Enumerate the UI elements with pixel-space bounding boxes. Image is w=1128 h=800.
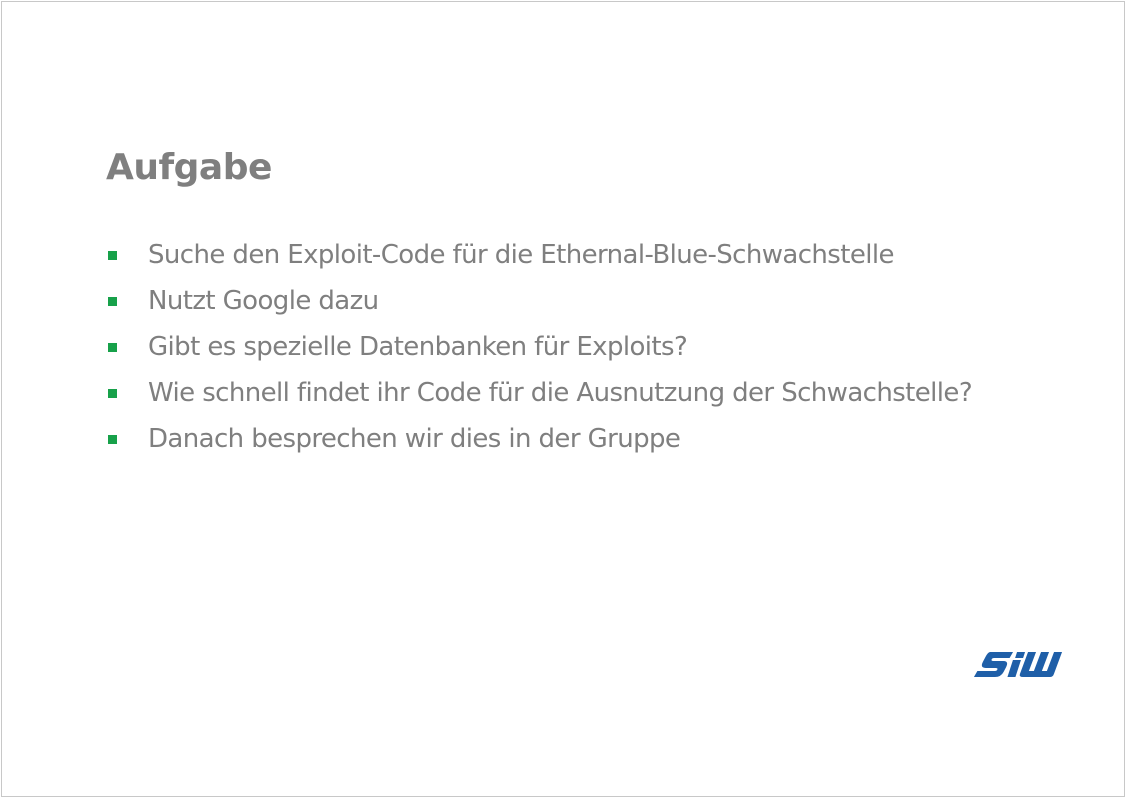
square-bullet-icon	[108, 296, 117, 306]
siw-logo-w-shape	[1019, 652, 1063, 677]
bullet-item: Danach besprechen wir dies in der Gruppe	[108, 416, 972, 462]
bullet-text: Nutzt Google dazu	[148, 286, 379, 316]
siw-logo	[974, 652, 1063, 677]
square-bullet-icon	[108, 250, 117, 260]
siw-logo-i-dot	[1015, 652, 1026, 658]
square-bullet-icon	[108, 342, 117, 352]
bullet-text: Suche den Exploit-Code für die Ethernal-…	[148, 240, 894, 270]
bullet-text: Wie schnell findet ihr Code für die Ausn…	[148, 378, 973, 408]
bullet-text: Danach besprechen wir dies in der Gruppe	[148, 424, 681, 454]
slide-title: Aufgabe	[106, 147, 272, 188]
bullet-text: Gibt es spezielle Datenbanken für Exploi…	[148, 332, 688, 362]
bullet-item: Suche den Exploit-Code für die Ethernal-…	[108, 232, 972, 278]
slide: Aufgabe Suche den Exploit-Code für die E…	[1, 1, 1125, 797]
bullet-item: Gibt es spezielle Datenbanken für Exploi…	[108, 324, 972, 370]
square-bullet-icon	[108, 434, 117, 444]
bullet-item: Nutzt Google dazu	[108, 278, 972, 324]
siw-logo-i-stem	[1007, 660, 1021, 677]
siw-logo-s-shape	[974, 652, 1014, 677]
bullet-item: Wie schnell findet ihr Code für die Ausn…	[108, 370, 973, 416]
square-bullet-icon	[108, 388, 117, 398]
bullet-list: Suche den Exploit-Code für die Ethernal-…	[108, 232, 973, 462]
